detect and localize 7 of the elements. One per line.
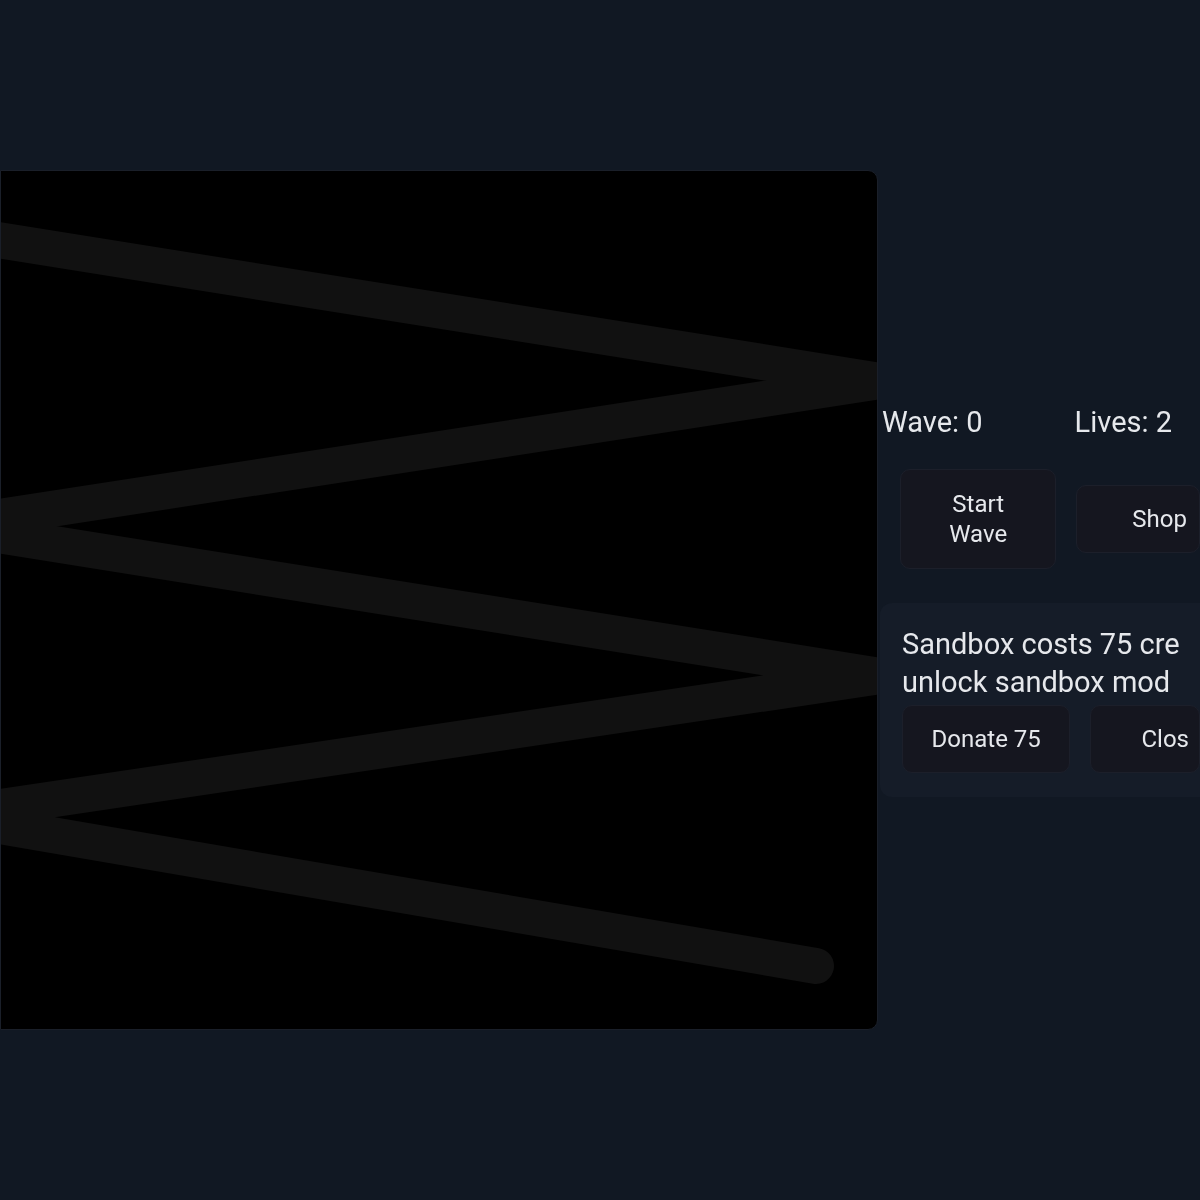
close-button[interactable]: Clos <box>1090 705 1200 773</box>
stat-label: Lives: 2 <box>1074 405 1172 439</box>
stat-label: Wave: 0 <box>882 405 983 439</box>
shop-button[interactable]: Shop <box>1076 485 1200 553</box>
donate-button[interactable]: Donate 75 <box>902 705 1071 773</box>
start-wave-button[interactable]: Start Wave <box>900 469 1057 569</box>
sandbox-message: Sandbox costs 75 cre unlock sandbox mod <box>902 626 1181 701</box>
